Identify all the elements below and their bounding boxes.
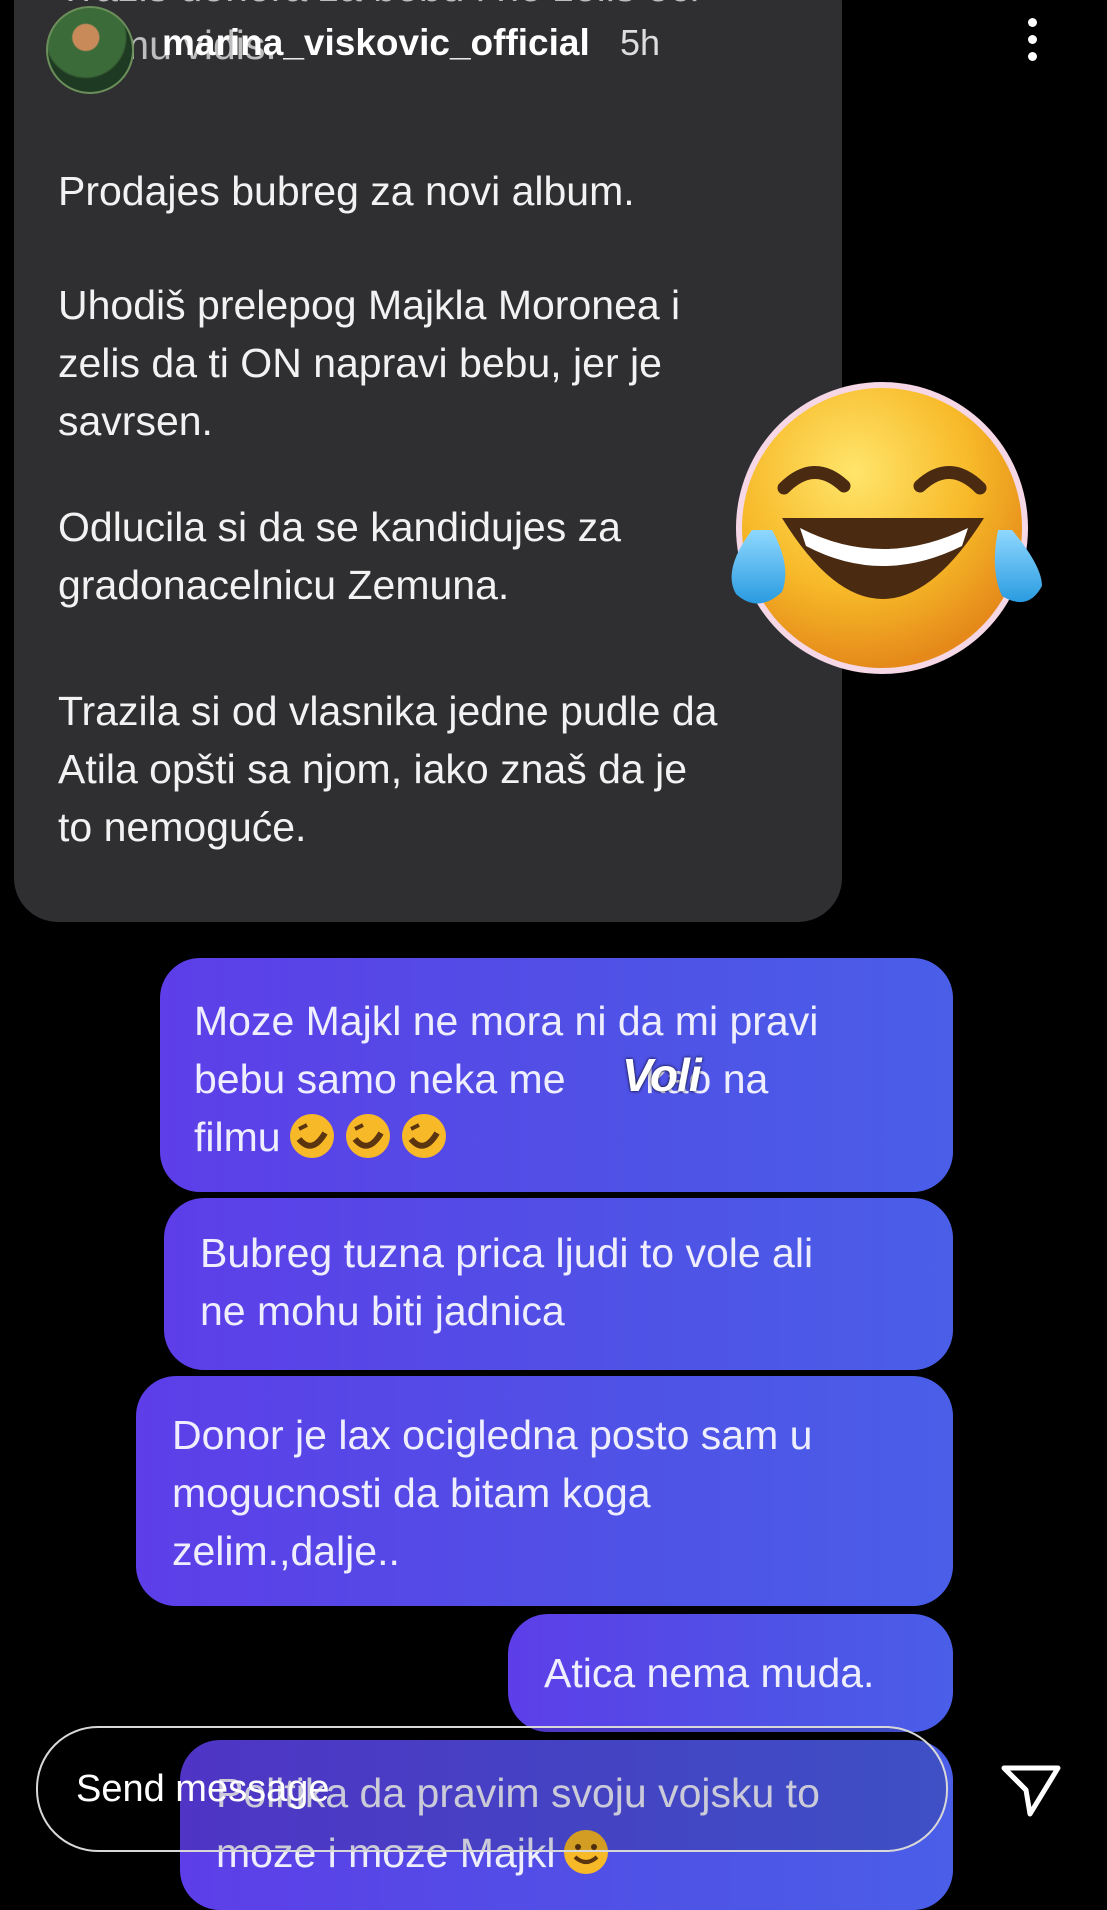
voli-sticker-text: Voli [622,1049,702,1101]
sent-2-line-1: Bubreg tuzna prica ljudi to vole ali [200,1230,814,1276]
sent-3-line-1: Donor je lax ocigledna posto sam u [172,1412,813,1458]
sent-message-3: Donor je lax ocigledna posto sam u moguc… [136,1376,953,1606]
sent-4-line-1: Atica nema muda. [544,1650,875,1696]
sent-message-1: Moze Majkl ne mora ni da mi pravi bebu s… [160,958,953,1192]
sent-3-line-3: zelim.,dalje.. [172,1528,400,1574]
received-paragraph-2: Uhodiš prelepog Majkla Moronea i zelis d… [58,282,681,444]
sent-1-line-3-text: filmu [194,1114,281,1160]
rofl-emoji-icon [289,1114,334,1158]
rofl-emoji-icon [345,1114,390,1158]
send-message-placeholder: Send message [76,1768,330,1810]
more-vertical-icon[interactable] [1020,18,1044,68]
sent-1-line-1: Moze Majkl ne mora ni da mi pravi [194,998,819,1044]
sent-2-line-2: ne mohu biti jadnica [200,1288,565,1334]
avatar[interactable] [46,6,134,94]
laughing-tears-emoji-sticker [731,382,1042,674]
sent-message-2: Bubreg tuzna prica ljudi to vole ali ne … [164,1198,953,1370]
received-paragraph-4: Trazila si od vlasnika jedne pudle da At… [58,688,718,850]
post-time: 5h [620,22,661,63]
sent-1-line-3: filmu [194,1108,449,1166]
username[interactable]: marina_viskovic_official [162,22,590,64]
sent-3-line-2: mogucnosti da bitam koga [172,1470,651,1516]
received-paragraph-1: Prodajes bubreg za novi album. [58,168,635,214]
story-header: marina_viskovic_official 5h [0,0,1107,110]
rofl-emoji-icon [401,1114,446,1158]
received-message-bubble: Trazis donora za bebu i ne zelis oci da … [14,0,842,922]
received-paragraph-3: Odlucila si da se kandidujes za gradonac… [58,504,621,608]
sent-message-4: Atica nema muda. [508,1614,953,1732]
send-paper-plane-icon[interactable] [1000,1762,1062,1818]
